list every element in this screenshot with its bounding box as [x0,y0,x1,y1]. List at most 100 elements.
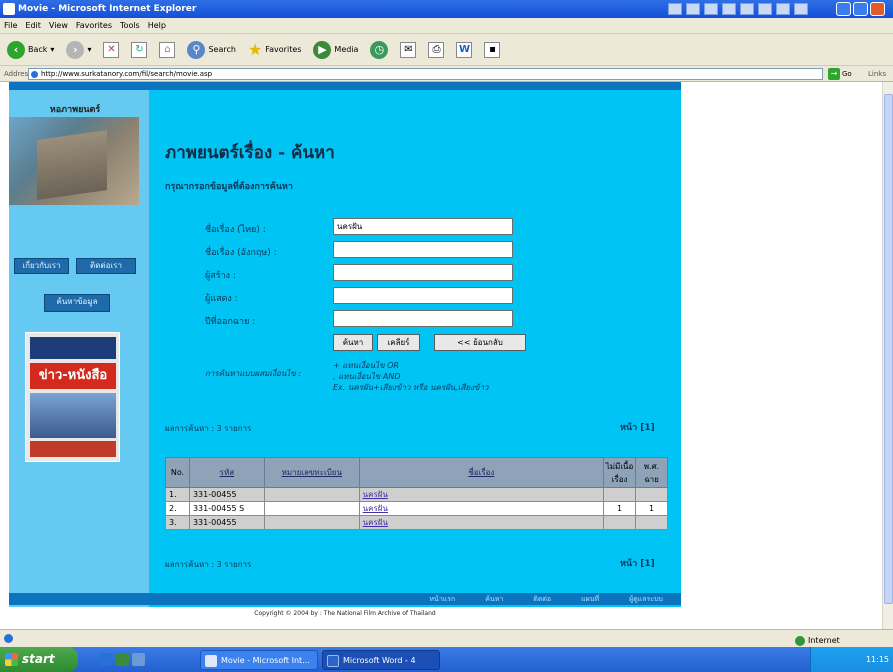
cover-title: ข่าว-หนังสือ [30,363,116,389]
row-year [635,515,668,530]
pager-bottom[interactable]: หน้า [1] [620,556,655,570]
page-subtitle: กรุณากรอกข้อมูลที่ต้องการค้นหา [165,182,293,192]
row-no-synopsis: 1 [603,501,637,516]
print-icon: ⎙ [428,41,445,58]
task-word-window[interactable]: Microsoft Word - 4 [322,650,440,670]
field-label-actor: ผู้แสดง : [205,294,238,304]
discuss-button[interactable]: ▪ [481,37,503,63]
back-button[interactable]: ‹ Back ▾ [4,37,57,63]
menu-tools[interactable]: Tools [120,18,140,33]
field-label-year: ปีที่ออกฉาย : [205,317,256,327]
row-year: 1 [635,501,668,516]
hint-example: Ex. นครฝัน+เสียงข้าว หรือ นครฝัน,เสียงข้… [333,383,489,392]
go-button[interactable]: → Go [828,67,864,81]
vertical-scrollbar[interactable] [882,82,893,629]
print-button[interactable]: ⎙ [425,37,447,63]
search-button[interactable]: ⚲ Search [184,37,238,63]
menu-favorites[interactable]: Favorites [76,18,112,33]
quicklaunch-ie-icon[interactable] [100,653,113,666]
row-no-synopsis [603,487,637,502]
row-no-synopsis [603,515,637,530]
search-submit-button[interactable]: ค้นหา [333,334,373,351]
menu-file[interactable]: File [4,18,17,33]
actor-input[interactable] [333,287,513,304]
edit-button[interactable]: W [453,37,475,63]
favorites-label: Favorites [265,45,302,54]
magazine-cover-image[interactable]: ข่าว-หนังสือ [25,332,120,462]
col-year: พ.ศ. ฉาย [635,457,668,488]
row-title-link[interactable]: นครฝัน [358,515,605,530]
site-logo[interactable]: หอภาพยนตร์ [15,102,135,116]
field-label-title-english: ชื่อเรื่อง (อังกฤษ) : [205,248,277,258]
links-label[interactable]: Links [868,66,886,82]
home-button[interactable]: ⌂ [156,37,178,63]
task-word-label: Microsoft Word - 4 [343,656,416,665]
stop-button[interactable]: ✕ [100,37,122,63]
tray-clock[interactable]: 11:15 [866,647,889,672]
year-input[interactable] [333,310,513,327]
producer-input[interactable] [333,264,513,281]
chevron-down-icon: ▾ [50,45,55,54]
menu-view[interactable]: View [49,18,68,33]
search-icon: ⚲ [187,40,206,59]
col-code[interactable]: รหัส [188,457,265,488]
nav-search-button[interactable]: ค้นหาข้อมูล [44,294,110,312]
footer-link-search[interactable]: ค้นหา [485,593,503,605]
minimize-button[interactable] [836,2,851,16]
menu-edit[interactable]: Edit [25,18,41,33]
footer-link-map[interactable]: แผนที่ [581,593,599,605]
clear-button[interactable]: เคลียร์ [377,334,420,351]
row-code: 331-00455 [188,515,265,530]
start-label: start [22,652,55,666]
col-register[interactable]: หมายเลขทะเบียน [263,457,360,488]
row-title-link[interactable]: นครฝัน [358,501,605,516]
pager-top[interactable]: หน้า [1] [620,420,655,434]
footer-link-contact[interactable]: ติดต่อ [533,593,551,605]
tray-icon-7 [776,3,790,15]
address-input[interactable]: http://www.surkatanory.com/fil/search/mo… [28,68,823,80]
tray-icon-8 [794,3,808,15]
row-register [263,515,360,530]
history-button[interactable]: ◷ [367,37,391,63]
back-arrow-icon: ‹ [7,40,25,59]
field-label-producer: ผู้สร้าง : [205,271,236,281]
table-row: 2. 331-00455 S นครฝัน 1 1 [165,501,668,516]
forward-button[interactable]: › ▾ [63,37,94,63]
quicklaunch-mail-icon[interactable] [116,653,129,666]
nav-about-button[interactable]: เกี่ยวกับเรา [14,258,69,274]
tray-icon-1 [668,3,682,15]
title-english-input[interactable] [333,241,513,258]
row-no: 1. [165,487,190,502]
ie-icon [205,655,217,667]
maximize-button[interactable] [853,2,868,16]
copyright-text: Copyright © 2004 by : The National Film … [254,610,436,617]
mail-button[interactable]: ✉ [397,37,419,63]
task-ie-window[interactable]: Movie - Microsoft Int... [200,650,318,670]
title-thai-input[interactable]: นครฝัน [333,218,513,235]
table-row: 1. 331-00455 นครฝัน [165,487,668,502]
page-status-icon [4,634,13,643]
menu-help[interactable]: Help [148,18,166,33]
row-register [263,501,360,516]
quicklaunch-desktop-icon[interactable] [132,653,145,666]
start-button[interactable]: start [0,647,78,672]
footer-link-admin[interactable]: ผู้ดูแลระบบ [629,593,663,605]
scrollbar-thumb[interactable] [884,94,893,604]
refresh-icon: ↻ [131,41,148,58]
windows-logo-icon [5,653,18,666]
col-title[interactable]: ชื่อเรื่อง [358,457,605,488]
refresh-button[interactable]: ↻ [128,37,150,63]
row-title-link[interactable]: นครฝัน [358,487,605,502]
media-button[interactable]: ▶ Media [310,37,361,63]
page-icon [31,71,38,78]
close-button[interactable] [870,2,885,16]
back-link-button[interactable]: << ย้อนกลับ [434,334,526,351]
row-register [263,487,360,502]
footer-nav: หน้าแรก ค้นหา ติดต่อ แผนที่ ผู้ดูแลระบบ [9,593,681,605]
favorites-button[interactable]: ★ Favorites [245,37,304,63]
footer-link-home[interactable]: หน้าแรก [429,593,455,605]
nav-contact-button[interactable]: ติดต่อเรา [76,258,136,274]
row-code: 331-00455 [188,487,265,502]
site-top-strip [9,82,681,90]
search-label: Search [208,45,236,54]
